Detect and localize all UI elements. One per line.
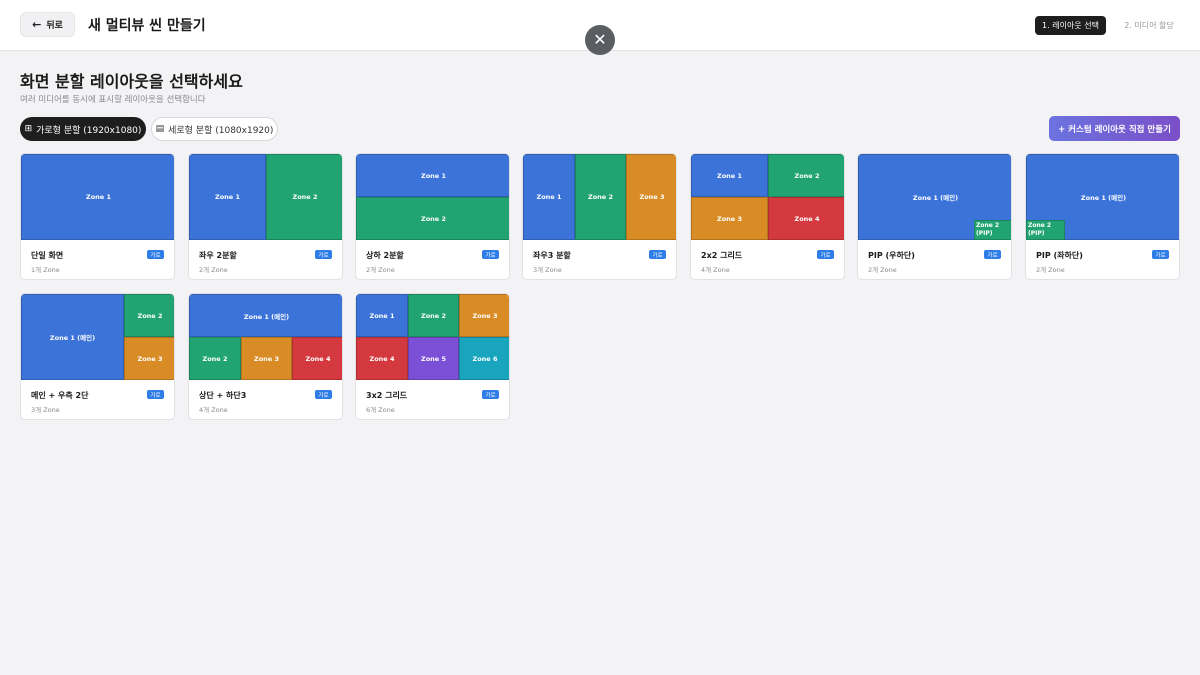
- zone-5: Zone 5: [408, 337, 459, 380]
- tab-landscape-label: 가로형 분할 (1920x1080): [36, 125, 142, 136]
- layout-preview: Zone 1 Zone 2 Zone 3 Zone 4: [691, 154, 844, 240]
- orientation-badge: 가로: [984, 250, 1001, 259]
- zone-4: Zone 4: [292, 337, 342, 380]
- zone-1: Zone 1 (메인): [189, 294, 342, 337]
- orientation-badge: 가로: [315, 250, 332, 259]
- layout-card-grid2x2[interactable]: Zone 1 Zone 2 Zone 3 Zone 4 2x2 그리드 가로 4…: [690, 153, 845, 280]
- close-icon: ✕: [593, 30, 607, 49]
- zone-count: 2개 Zone: [199, 266, 228, 274]
- layout-name: 좌우3 분할: [533, 251, 571, 260]
- layout-card-lr2[interactable]: Zone 1 Zone 2 좌우 2분할 가로 2개 Zone: [188, 153, 343, 280]
- grid-icon: ⊞: [24, 124, 33, 134]
- orientation-badge: 가로: [147, 250, 164, 259]
- zone-1: Zone 1: [356, 154, 509, 197]
- layout-name: PIP (우하단): [868, 251, 915, 260]
- layout-name: 좌우 2분할: [199, 251, 237, 260]
- zone-4: Zone 4: [356, 337, 408, 380]
- zone-4: Zone 4: [768, 197, 844, 240]
- layout-card-tb2[interactable]: Zone 1 Zone 2 상하 2분할 가로 2개 Zone: [355, 153, 510, 280]
- zone-count: 2개 Zone: [366, 266, 395, 274]
- step-media-assign: 2. 미디어 할당: [1124, 21, 1174, 30]
- zone-count: 3개 Zone: [533, 266, 562, 274]
- zone-2: Zone 2: [408, 294, 459, 337]
- layout-preview: Zone 1 (메인) Zone 2 Zone 3: [21, 294, 174, 380]
- section-subtitle: 여러 미디어를 동시에 표시할 레이아웃을 선택합니다: [20, 95, 206, 105]
- zone-6: Zone 6: [459, 337, 509, 380]
- layout-card-main-right2[interactable]: Zone 1 (메인) Zone 2 Zone 3 메인 + 우측 2단 가로 …: [20, 293, 175, 420]
- layout-preview: Zone 1 Zone 2: [189, 154, 342, 240]
- zone-1: Zone 1: [691, 154, 768, 197]
- zone-1: Zone 1: [21, 154, 174, 240]
- layout-name: 2x2 그리드: [701, 251, 743, 260]
- zone-3: Zone 3: [124, 337, 174, 380]
- step-layout-select: 1. 레이아웃 선택: [1035, 16, 1106, 35]
- zone-count: 4개 Zone: [701, 266, 730, 274]
- layout-name: 메인 + 우측 2단: [31, 391, 89, 400]
- zone-2: Zone 2: [575, 154, 626, 240]
- zone-2: Zone 2: [189, 337, 241, 380]
- orientation-badge: 가로: [482, 250, 499, 259]
- back-button-label: 뒤로: [46, 21, 63, 31]
- orientation-badge: 가로: [147, 390, 164, 399]
- arrow-left-icon: ←: [32, 18, 42, 31]
- zone-2: Zone 2: [768, 154, 844, 197]
- layout-preview: Zone 1 (메인) Zone 2 (PIP): [1026, 154, 1179, 240]
- layout-card-pip-bl[interactable]: Zone 1 (메인) Zone 2 (PIP) PIP (좌하단) 가로 2개…: [1025, 153, 1180, 280]
- layout-card-single[interactable]: Zone 1 단일 화면 가로 1개 Zone: [20, 153, 175, 280]
- layout-card-lr3[interactable]: Zone 1 Zone 2 Zone 3 좌우3 분할 가로 3개 Zone: [522, 153, 677, 280]
- zone-1: Zone 1 (메인): [21, 294, 124, 380]
- back-button[interactable]: ← 뒤로: [20, 12, 75, 37]
- layout-name: PIP (좌하단): [1036, 251, 1083, 260]
- close-button[interactable]: ✕: [585, 25, 615, 55]
- layout-preview: Zone 1 (메인) Zone 2 Zone 3 Zone 4: [189, 294, 342, 380]
- tab-portrait[interactable]: ▤ 세로형 분할 (1080x1920): [151, 117, 278, 141]
- layout-card-grid3x2[interactable]: Zone 1 Zone 2 Zone 3 Zone 4 Zone 5 Zone …: [355, 293, 510, 420]
- zone-count: 2개 Zone: [868, 266, 897, 274]
- zone-1: Zone 1: [523, 154, 575, 240]
- zone-1: Zone 1: [356, 294, 408, 337]
- zone-2-pip: Zone 2 (PIP): [974, 220, 1011, 240]
- orientation-badge: 가로: [817, 250, 834, 259]
- layout-name: 3x2 그리드: [366, 391, 408, 400]
- zone-3: Zone 3: [459, 294, 509, 337]
- zone-count: 1개 Zone: [31, 266, 60, 274]
- zone-count: 2개 Zone: [1036, 266, 1065, 274]
- layout-preview: Zone 1 Zone 2 Zone 3: [523, 154, 676, 240]
- orientation-badge: 가로: [649, 250, 666, 259]
- orientation-badge: 가로: [1152, 250, 1169, 259]
- zone-3: Zone 3: [626, 154, 676, 240]
- layout-preview: Zone 1 Zone 2: [356, 154, 509, 240]
- layout-preview: Zone 1 Zone 2 Zone 3 Zone 4 Zone 5 Zone …: [356, 294, 509, 380]
- zone-3: Zone 3: [691, 197, 768, 240]
- zone-2: Zone 2: [124, 294, 174, 337]
- zone-3: Zone 3: [241, 337, 292, 380]
- layout-name: 상단 + 하단3: [199, 391, 247, 400]
- layout-preview: Zone 1: [21, 154, 174, 240]
- zone-count: 3개 Zone: [31, 406, 60, 414]
- tab-landscape[interactable]: ⊞ 가로형 분할 (1920x1080): [20, 117, 146, 141]
- zone-count: 6개 Zone: [366, 406, 395, 414]
- zone-1: Zone 1: [189, 154, 266, 240]
- section-title: 화면 분할 레이아웃을 선택하세요: [20, 72, 243, 91]
- orientation-badge: 가로: [482, 390, 499, 399]
- create-custom-layout-button[interactable]: + 커스텀 레이아웃 직접 만들기: [1049, 116, 1180, 141]
- tab-portrait-label: 세로형 분할 (1080x1920): [168, 125, 274, 136]
- orientation-badge: 가로: [315, 390, 332, 399]
- page-title: 새 멀티뷰 씬 만들기: [88, 18, 206, 34]
- layout-preview: Zone 1 (메인) Zone 2 (PIP): [858, 154, 1011, 240]
- layout-name: 상하 2분할: [366, 251, 404, 260]
- zone-2: Zone 2: [356, 197, 509, 240]
- layout-card-top-bottom3[interactable]: Zone 1 (메인) Zone 2 Zone 3 Zone 4 상단 + 하단…: [188, 293, 343, 420]
- zone-2: Zone 2: [266, 154, 342, 240]
- rows-icon: ▤: [155, 124, 165, 134]
- zone-2-pip: Zone 2 (PIP): [1026, 220, 1065, 240]
- layout-name: 단일 화면: [31, 251, 64, 260]
- zone-count: 4개 Zone: [199, 406, 228, 414]
- layout-card-pip-br[interactable]: Zone 1 (메인) Zone 2 (PIP) PIP (우하단) 가로 2개…: [857, 153, 1012, 280]
